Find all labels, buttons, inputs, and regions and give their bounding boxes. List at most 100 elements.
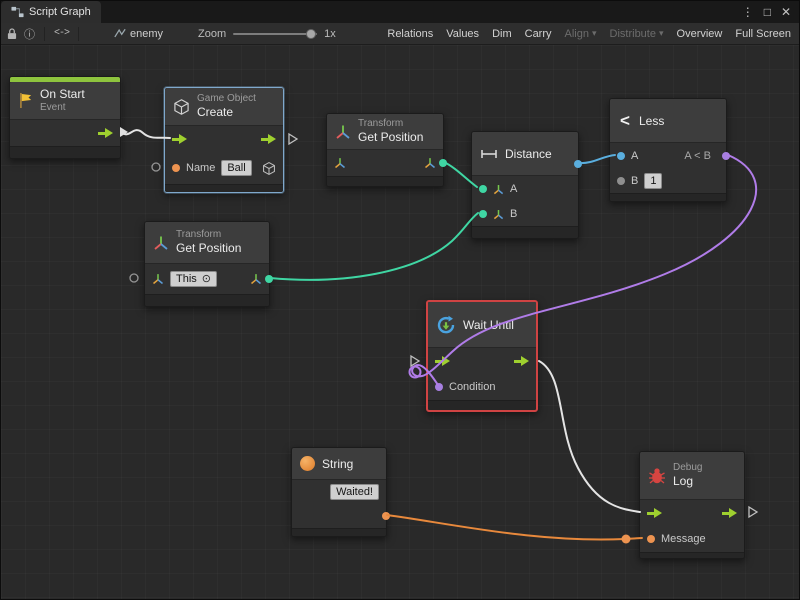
flow-input-port[interactable]: [172, 134, 187, 144]
unconnected-value-socket[interactable]: [130, 274, 138, 282]
input-b-port[interactable]: [617, 177, 625, 185]
node-create-game-object[interactable]: Game Object Create Name Ball: [164, 87, 284, 193]
name-input-port[interactable]: [172, 164, 180, 172]
zoom-value: 1x: [324, 28, 336, 40]
input-row-b: B: [472, 202, 578, 226]
input-a-port[interactable]: [617, 152, 625, 160]
name-value-field[interactable]: Ball: [221, 160, 251, 176]
message-input-port[interactable]: [647, 535, 655, 543]
name-label: Name: [186, 162, 215, 174]
vector-icon: [493, 184, 504, 195]
node-debug-log[interactable]: Debug Log Message: [639, 451, 745, 559]
position-output-port[interactable]: [265, 275, 273, 283]
bug-icon: [648, 468, 666, 484]
target-value-field[interactable]: This ⊙: [170, 271, 217, 287]
zoom-slider[interactable]: [233, 33, 317, 35]
input-row-a: A A < B: [610, 143, 726, 169]
game-object-output-port[interactable]: [262, 161, 276, 176]
wire-getposition2-to-distance-b[interactable]: [270, 213, 478, 280]
string-output-port[interactable]: [382, 512, 390, 520]
fullscreen-button[interactable]: Full Screen: [735, 28, 791, 40]
values-button[interactable]: Values: [446, 28, 479, 40]
transform-input-port[interactable]: [152, 273, 164, 285]
relations-button[interactable]: Relations: [387, 28, 433, 40]
flow-input-port[interactable]: [435, 356, 450, 366]
condition-input-port[interactable]: [435, 383, 443, 391]
toolbar-buttons: Relations Values Dim Carry Align ▾ Distr…: [387, 28, 793, 40]
node-title: Distance: [505, 147, 552, 161]
wire-onstart-to-create[interactable]: [121, 130, 170, 138]
graph-canvas[interactable]: On Start Event Game Object Create: [1, 45, 799, 599]
node-less[interactable]: < Less A A < B B 1: [609, 98, 727, 202]
node-footer: [472, 226, 578, 238]
carry-button[interactable]: Carry: [525, 28, 552, 40]
node-footer: [165, 184, 283, 192]
zoom-slider-knob[interactable]: [306, 29, 316, 39]
node-header: Wait Until: [428, 302, 536, 348]
distribute-label: Distribute: [610, 28, 656, 40]
dim-button[interactable]: Dim: [492, 28, 512, 40]
info-icon[interactable]: ⓘ: [24, 26, 35, 42]
wire-waituntil-to-debuglog[interactable]: [539, 361, 640, 512]
window-close-button[interactable]: ✕: [781, 6, 791, 18]
node-title: String: [322, 457, 353, 471]
transform-icon: [335, 124, 351, 140]
window-controls: ⋮ □ ✕: [742, 6, 791, 18]
node-distance[interactable]: Distance A B: [471, 131, 579, 239]
flow-output-port[interactable]: [98, 128, 113, 138]
input-row-b: B 1: [610, 169, 726, 193]
node-wait-until[interactable]: Wait Until Condition: [426, 300, 538, 412]
node-on-start-event[interactable]: On Start Event: [9, 76, 121, 159]
node-string-literal[interactable]: String Waited!: [291, 447, 387, 537]
string-value-field[interactable]: Waited!: [330, 484, 379, 500]
node-footer: [428, 400, 536, 410]
graph-toolbar: ⓘ <-> enemy Zoom 1x Relations Values Dim…: [1, 23, 799, 45]
input-a-label: A: [631, 150, 638, 162]
flow-output-port[interactable]: [722, 508, 737, 518]
port-row: [10, 120, 120, 146]
tab-script-graph[interactable]: Script Graph: [1, 1, 101, 23]
node-subtitle: Event: [40, 102, 85, 114]
connector-icon[interactable]: <->: [54, 28, 69, 39]
unconnected-value-socket[interactable]: [152, 163, 160, 171]
flow-output-port[interactable]: [514, 356, 529, 366]
overview-button[interactable]: Overview: [677, 28, 723, 40]
position-output-icon: [250, 273, 262, 285]
wire-string-to-debuglog-message[interactable]: [387, 515, 642, 540]
input-b-port[interactable]: [479, 210, 487, 218]
target-value: This: [176, 274, 197, 285]
flow-output-port[interactable]: [261, 134, 276, 144]
result-label: A < B: [684, 150, 711, 162]
condition-label: Condition: [449, 381, 495, 393]
lock-icon[interactable]: [7, 28, 17, 40]
node-header: Distance: [472, 132, 578, 176]
unconnected-flow-output-triangle[interactable]: [289, 134, 297, 144]
flow-input-port[interactable]: [647, 508, 662, 518]
node-header: Game Object Create: [165, 88, 283, 126]
transform-input-port[interactable]: [334, 157, 346, 169]
position-output-port[interactable]: [439, 159, 447, 167]
distance-output-port[interactable]: [574, 160, 582, 168]
node-title: Log: [673, 474, 702, 488]
position-output-icon: [424, 157, 436, 169]
result-output-port[interactable]: [722, 152, 730, 160]
align-button[interactable]: Align ▾: [565, 28, 597, 40]
condition-row: Condition: [428, 374, 536, 400]
node-footer: [292, 528, 386, 536]
window-maximize-button[interactable]: □: [764, 6, 771, 18]
graph-reference[interactable]: enemy: [114, 28, 163, 40]
node-get-position-1[interactable]: Transform Get Position: [326, 113, 444, 187]
wire-loop-knot: [410, 367, 421, 378]
unconnected-flow-input-triangle[interactable]: [411, 356, 419, 366]
window-menu-button[interactable]: ⋮: [742, 6, 754, 18]
toolbar-separator: [44, 27, 45, 41]
distribute-button[interactable]: Distribute ▾: [610, 28, 664, 40]
port-row: [165, 126, 283, 152]
b-value-field[interactable]: 1: [644, 173, 662, 189]
input-a-port[interactable]: [479, 185, 487, 193]
unconnected-flow-output-triangle[interactable]: [749, 507, 757, 517]
zoom-label: Zoom: [198, 28, 226, 40]
object-picker-icon[interactable]: ⊙: [202, 274, 211, 285]
vector-icon: [493, 209, 504, 220]
node-get-position-2[interactable]: Transform Get Position This ⊙: [144, 221, 270, 307]
